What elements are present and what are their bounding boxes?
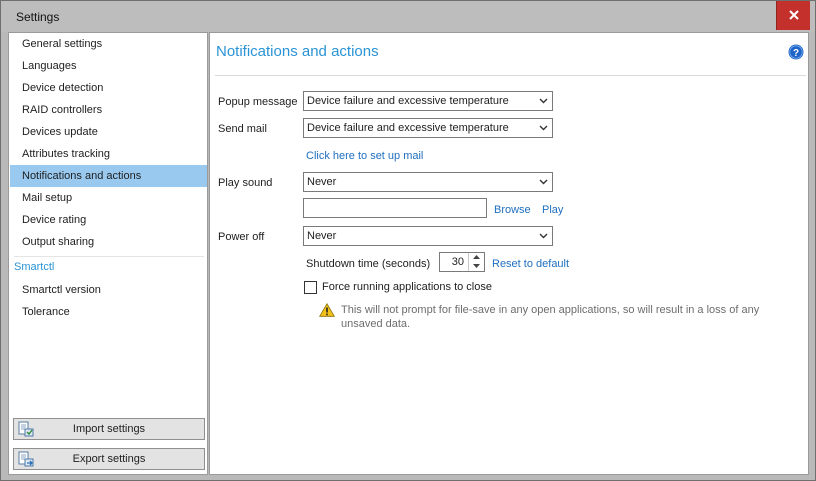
chevron-up-icon [473,255,480,259]
stepper-buttons [468,253,484,271]
mail-setup-link[interactable]: Click here to set up mail [306,150,423,162]
sidebar-item-smartctl-version[interactable]: Smartctl version [10,279,207,301]
stepper-down-button[interactable] [469,262,484,271]
close-button[interactable] [776,1,810,30]
send-mail-label: Send mail [218,123,267,135]
sidebar-item-raid-controllers[interactable]: RAID controllers [10,99,207,121]
chevron-down-icon [539,98,548,104]
reset-to-default-link[interactable]: Reset to default [492,258,569,270]
title-bar: Settings [1,1,815,32]
sound-file-input[interactable] [303,198,487,218]
sidebar-item-device-detection[interactable]: Device detection [10,77,207,99]
export-icon [18,451,34,467]
sidebar-item-languages[interactable]: Languages [10,55,207,77]
import-settings-button[interactable]: Import settings [13,418,205,440]
chevron-down-icon [539,233,548,239]
play-sound-select[interactable]: Never [303,172,553,192]
play-sound-label: Play sound [218,177,273,189]
shutdown-time-value: 30 [451,256,464,268]
svg-text:?: ? [793,48,799,59]
sidebar-item-tolerance[interactable]: Tolerance [10,301,207,323]
sidebar-item-output-sharing[interactable]: Output sharing [10,231,207,253]
chevron-down-icon [473,264,480,268]
popup-message-label: Popup message [218,96,298,108]
power-off-value: Never [307,230,337,242]
chevron-down-icon [539,125,548,131]
popup-message-select[interactable]: Device failure and excessive temperature [303,91,553,111]
shutdown-time-stepper[interactable]: 30 [439,252,485,272]
power-off-select[interactable]: Never [303,226,553,246]
export-settings-label: Export settings [72,453,146,465]
play-sound-value: Never [307,176,337,188]
close-icon [788,10,799,20]
title-divider [215,75,806,76]
import-settings-label: Import settings [72,423,146,435]
sidebar-item-notifications-and-actions[interactable]: Notifications and actions [10,165,207,187]
sidebar-item-attributes-tracking[interactable]: Attributes tracking [10,143,207,165]
shutdown-time-label: Shutdown time (seconds) [306,258,431,270]
chevron-down-icon [539,179,548,185]
power-off-label: Power off [218,231,265,243]
import-icon [18,421,34,437]
popup-message-value: Device failure and excessive temperature [307,95,509,107]
send-mail-value: Device failure and excessive temperature [307,122,509,134]
settings-window: Settings General settings Languages Devi… [0,0,816,481]
stepper-up-button[interactable] [469,253,484,262]
help-icon[interactable]: ? [788,44,804,60]
sidebar-item-device-rating[interactable]: Device rating [10,209,207,231]
content-panel: Notifications and actions ? Popup messag… [209,32,809,475]
force-close-checkbox[interactable] [304,281,317,294]
sidebar-divider [14,256,204,257]
sidebar-item-mail-setup[interactable]: Mail setup [10,187,207,209]
play-link[interactable]: Play [542,204,563,216]
sidebar-item-devices-update[interactable]: Devices update [10,121,207,143]
sidebar: General settings Languages Device detect… [8,32,208,475]
sidebar-item-general-settings[interactable]: General settings [10,33,207,55]
page-title: Notifications and actions [216,43,379,60]
force-close-label: Force running applications to close [322,281,492,293]
warning-icon [319,303,335,317]
export-settings-button[interactable]: Export settings [13,448,205,470]
send-mail-select[interactable]: Device failure and excessive temperature [303,118,553,138]
sidebar-section-title: Smartctl [14,261,55,273]
warning-text: This will not prompt for file-save in an… [341,304,760,330]
browse-link[interactable]: Browse [494,204,531,216]
window-title: Settings [16,10,60,24]
